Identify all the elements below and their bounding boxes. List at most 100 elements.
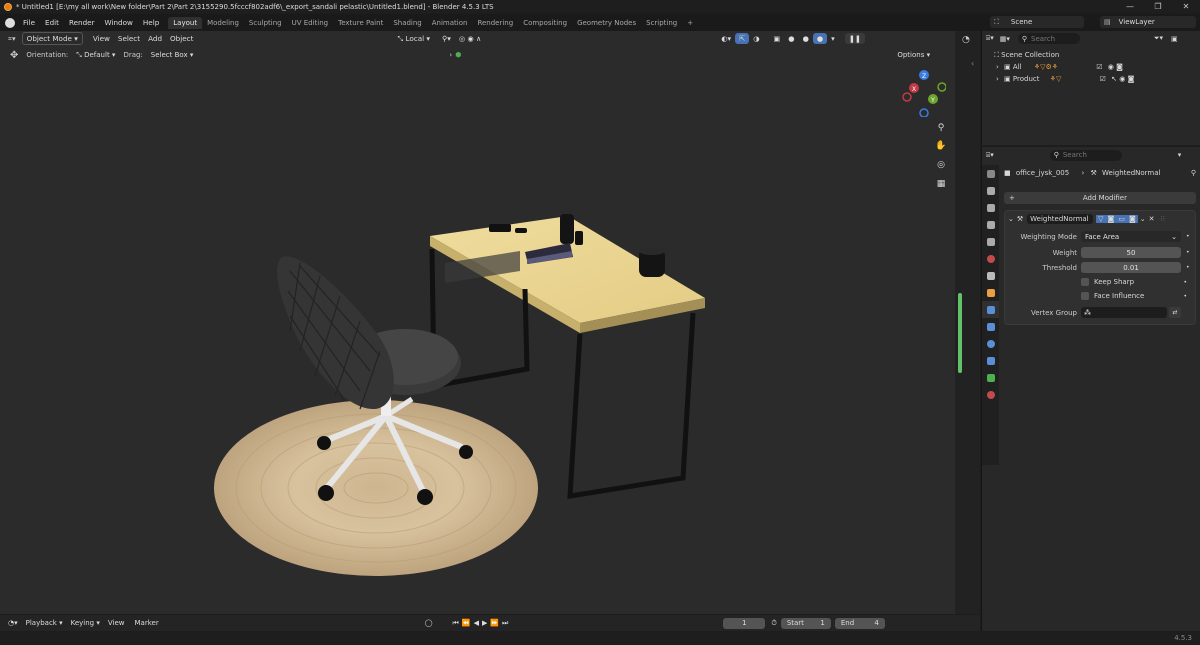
modifier-menu-icon[interactable]: ⌄ [1140,215,1146,223]
render-camera-icon[interactable]: ◙ [1128,75,1135,83]
menu-window[interactable]: Window [100,18,138,27]
keyframe-dot-icon[interactable]: • [1186,233,1190,240]
tab-geometry-nodes[interactable]: Geometry Nodes [572,17,641,29]
exclude-checkbox[interactable]: ☑ [1096,63,1102,71]
outliner-search[interactable]: ⚲ Search [1017,33,1080,44]
render-camera-icon[interactable]: ◙ [1116,63,1123,71]
tab-shading[interactable]: Shading [388,17,426,29]
tab-layout[interactable]: Layout [168,16,203,29]
gizmo-toggle-side-icon[interactable]: ◔ [962,35,970,45]
tab-rendering[interactable]: Rendering [472,17,518,29]
blender-menu-icon[interactable] [5,17,15,28]
edit-mode-toggle-icon[interactable]: ▽ [1096,214,1106,223]
tab-data[interactable] [982,369,999,386]
end-frame-field[interactable]: End 4 [834,617,885,629]
tab-output[interactable] [982,199,999,216]
tab-particles[interactable] [982,318,999,335]
add-modifier-button[interactable]: + Add Modifier [1004,192,1196,204]
maximize-button[interactable]: ❐ [1144,0,1172,13]
tab-modeling[interactable]: Modeling [202,17,244,29]
tab-physics[interactable] [982,335,999,352]
tab-scene[interactable] [982,233,999,250]
add-workspace-button[interactable]: + [682,17,698,29]
tab-texture-paint[interactable]: Texture Paint [333,17,388,29]
divider-drag-handle[interactable] [958,293,962,373]
timeline-menu-marker[interactable]: Marker [135,619,159,627]
tab-uv-editing[interactable]: UV Editing [287,17,334,29]
keyframe-dot-icon[interactable]: • [1183,293,1187,300]
tab-sculpting[interactable]: Sculpting [244,17,287,29]
tab-constraints[interactable] [982,352,999,369]
keyframe-dot-icon[interactable]: • [1186,249,1190,256]
scene-selector[interactable]: ⛶ Scene [990,16,1084,28]
preview-range-icon[interactable]: ⏱ [771,619,776,628]
3d-viewport[interactable]: ⌗▾ Object Mode ▾ View Select Add Object … [0,31,955,614]
zoom-icon[interactable]: ⚲ [934,121,948,135]
perspective-grid-icon[interactable]: ▦ [934,177,948,191]
timeline-menu-view[interactable]: View [108,619,125,627]
current-frame-field[interactable]: 1 [723,617,766,629]
expand-arrow-icon[interactable]: › [996,63,999,71]
properties-options-icon[interactable]: ▾ [1178,151,1182,159]
face-influence-row[interactable]: Face Influence • [1081,292,1193,300]
list-item[interactable]: › ▣ All ⚘▽⚙⚘ ☑ ◉ ◙ [996,63,1196,71]
weight-field[interactable]: 50 [1081,247,1181,258]
keep-sharp-row[interactable]: Keep Sharp • [1081,278,1193,286]
menu-file[interactable]: File [18,18,40,27]
playback-controls[interactable]: ⏮⏪◀▶⏩⏭ [453,619,512,628]
render-toggle-icon[interactable]: ◙ [1126,214,1138,223]
remove-modifier-icon[interactable]: ✕ [1149,215,1155,223]
tab-scripting[interactable]: Scripting [641,17,682,29]
outliner-filter-view-icon[interactable]: ▦▾ [1000,35,1010,43]
threshold-field[interactable]: 0.01 [1081,262,1181,273]
menu-edit[interactable]: Edit [40,18,64,27]
sidebar-collapse-icon[interactable]: ‹ [971,59,974,68]
drag-handle-icon[interactable]: ⁝⁝ [1161,215,1165,223]
tab-compositing[interactable]: Compositing [518,17,572,29]
select-arrow-icon[interactable]: ↖ [1111,75,1117,83]
start-frame-field[interactable]: Start 1 [780,617,831,629]
collapse-chevron-icon[interactable]: ⌄ [1008,215,1014,223]
tab-view-layer[interactable] [982,216,999,233]
vertex-group-field[interactable]: ⁂ [1081,307,1167,318]
tab-animation[interactable]: Animation [427,17,473,29]
tab-collection[interactable] [982,267,999,284]
list-item[interactable]: › ▣ Product ⚘▽ ☑ ↖ ◉ ◙ [996,75,1196,83]
outliner-editor-type-icon[interactable]: ⌸▾ [986,34,994,43]
viewlayer-selector[interactable]: ▤ ViewLayer [1100,16,1196,28]
properties-search-input[interactable]: Search [1063,151,1087,159]
menu-render[interactable]: Render [64,18,100,27]
properties-search[interactable]: ⚲ Search [1049,149,1122,161]
tab-world[interactable] [982,250,999,267]
modifier-name-field[interactable]: WeightedNormal [1027,213,1094,224]
cage-toggle-icon[interactable]: ◙ [1105,214,1117,223]
new-collection-icon[interactable]: ▣ [1171,35,1178,43]
properties-editor-type-icon[interactable]: ⌸▾ [986,151,994,160]
visibility-eye-icon[interactable]: ◉ [1119,75,1125,83]
tab-material[interactable] [982,386,999,403]
outliner-search-input[interactable]: Search [1031,35,1055,43]
tab-render[interactable] [982,182,999,199]
face-influence-checkbox[interactable] [1081,292,1089,300]
expand-arrow-icon[interactable]: › [996,75,999,83]
filter-icon[interactable]: ⏷▾ [1154,34,1163,43]
camera-view-icon[interactable]: ◎ [934,158,948,172]
tab-modifiers[interactable] [982,301,999,318]
invert-vertex-group-icon[interactable]: ⇄ [1169,307,1181,318]
pin-icon[interactable]: ⚲ [1191,169,1196,177]
minimize-button[interactable]: — [1116,0,1144,13]
timeline-menu-keying[interactable]: Keying ▾ [71,619,100,627]
navigation-gizmo[interactable]: Z Y X [900,67,946,117]
tab-tool[interactable] [982,165,999,182]
exclude-checkbox[interactable]: ☑ [1100,75,1106,83]
outliner-root[interactable]: ⛶ Scene Collection [994,51,1059,60]
visibility-eye-icon[interactable]: ◉ [1108,63,1114,71]
keyframe-dot-icon[interactable]: • [1186,264,1190,271]
pan-hand-icon[interactable]: ✋ [934,139,948,153]
timeline-editor-type-icon[interactable]: ◔▾ [8,619,18,627]
timeline-menu-playback[interactable]: Playback ▾ [26,619,63,627]
tab-object[interactable] [982,284,999,301]
weighting-mode-dropdown[interactable]: Face Area ⌄ [1081,231,1181,242]
keep-sharp-checkbox[interactable] [1081,278,1089,286]
realtime-toggle-icon[interactable]: ▭ [1116,214,1127,223]
